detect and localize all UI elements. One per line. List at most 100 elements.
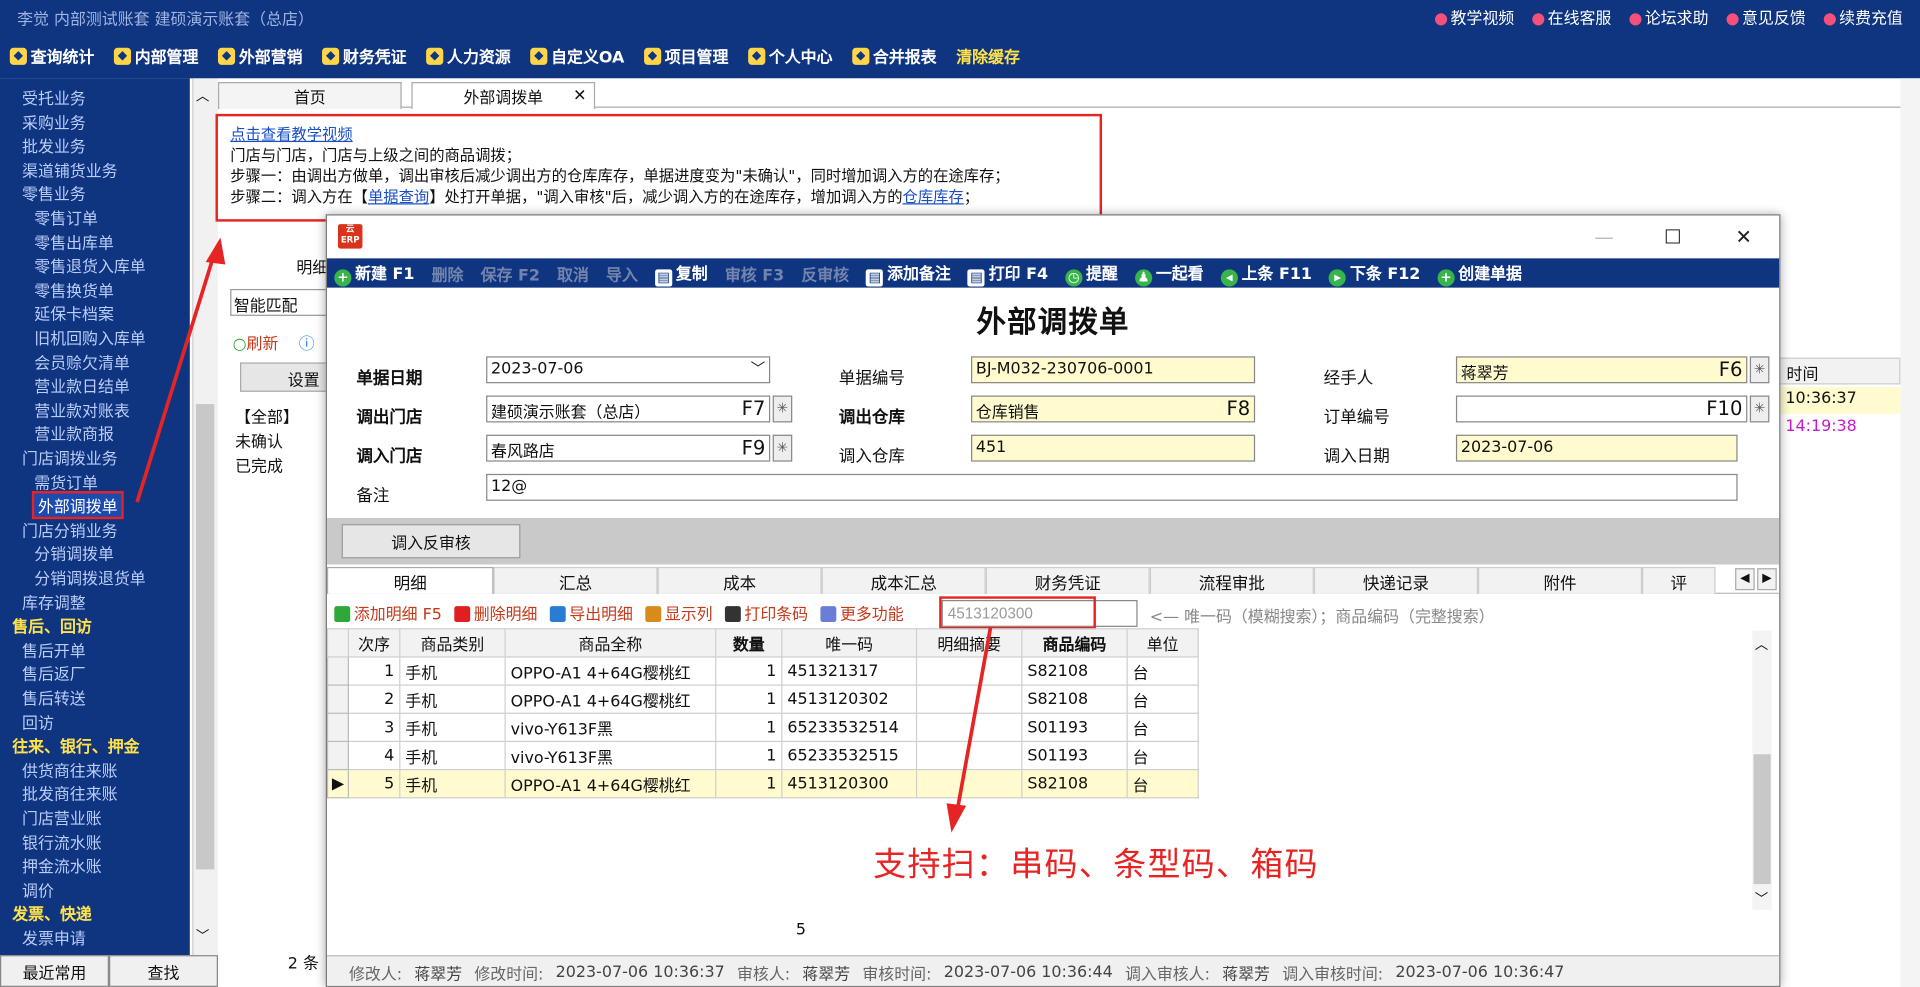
- sidebar-item[interactable]: 分销调拨单: [34, 542, 114, 565]
- menu-item[interactable]: ◆ 个人中心: [747, 44, 833, 67]
- toolbar-button[interactable]: ♟ 一起看: [1135, 260, 1204, 286]
- toolbar-button[interactable]: ◂ 上条 F11: [1220, 260, 1312, 286]
- asterisk-icon[interactable]: ✳: [772, 395, 793, 423]
- detail-tab[interactable]: 快递记录: [1313, 566, 1478, 594]
- top-link[interactable]: ● 教学视频: [1434, 5, 1514, 28]
- asterisk-icon[interactable]: ✳: [772, 434, 793, 462]
- out-wh-field[interactable]: 仓库销售 F8: [971, 395, 1256, 423]
- chevron-down-icon[interactable]: ﹀: [1755, 889, 1768, 909]
- tab-home[interactable]: 首页: [217, 82, 402, 109]
- filter-done[interactable]: 已完成: [235, 453, 283, 476]
- sidebar-item[interactable]: 售后转送: [22, 686, 86, 709]
- toolbar-button[interactable]: ▤ 添加备注: [866, 260, 951, 286]
- asterisk-icon[interactable]: ✳: [1749, 395, 1770, 423]
- chevron-up-icon[interactable]: ︿: [196, 86, 209, 106]
- tabs-left-arrow-icon[interactable]: ◀: [1735, 568, 1755, 591]
- handler-field[interactable]: 蒋翠芳 F6: [1455, 356, 1748, 384]
- detail-action[interactable]: 删除明细: [454, 601, 537, 624]
- detail-tab[interactable]: 汇总: [493, 566, 658, 594]
- match-select[interactable]: 智能匹配: [230, 288, 329, 316]
- sidebar-item[interactable]: 门店调拨业务: [22, 446, 118, 469]
- filter-all[interactable]: 【全部】: [235, 404, 299, 427]
- top-link[interactable]: ● 在线客服: [1531, 5, 1611, 28]
- in-wh-field[interactable]: 451: [971, 434, 1256, 462]
- menu-item[interactable]: ◆ 合并报表: [852, 44, 937, 67]
- reverse-audit-button[interactable]: 调入反审核: [341, 524, 521, 559]
- info-icon[interactable]: ⓘ: [299, 331, 315, 354]
- sidebar-item[interactable]: 库存调整: [22, 590, 86, 613]
- column-header[interactable]: 次序: [347, 628, 401, 658]
- maximize-button[interactable]: ☐: [1645, 216, 1701, 258]
- menu-item[interactable]: 清除缓存: [956, 44, 1020, 67]
- toolbar-button[interactable]: + 新建 F1: [334, 260, 414, 286]
- sidebar-item[interactable]: 营业款对账表: [34, 398, 130, 421]
- toolbar-button[interactable]: ▤ 打印 F4: [967, 260, 1048, 286]
- menu-item[interactable]: ◆ 查询统计: [9, 44, 95, 67]
- menu-item[interactable]: ◆ 财务凭证: [322, 44, 407, 67]
- stock-link[interactable]: 仓库库存: [903, 187, 964, 205]
- grid-scroll-thumb[interactable]: [1753, 754, 1771, 885]
- toolbar-button[interactable]: ◷ 提醒: [1065, 260, 1118, 286]
- detail-tab[interactable]: 明细: [326, 566, 494, 594]
- toolbar-button[interactable]: + 创建单据: [1437, 260, 1522, 286]
- sidebar-item[interactable]: 批发商往来账: [22, 782, 118, 805]
- detail-tab[interactable]: 财务凭证: [985, 566, 1150, 594]
- tutorial-video-link[interactable]: 点击查看教学视频: [230, 125, 352, 143]
- sidebar-item[interactable]: 渠道铺货业务: [22, 158, 118, 181]
- toolbar-button[interactable]: ▸ 下条 F12: [1329, 260, 1420, 286]
- sidebar-item[interactable]: 回访: [22, 710, 54, 733]
- menu-item[interactable]: ◆ 自定义OA: [530, 44, 624, 67]
- sidebar-item[interactable]: 外部调拨单: [31, 491, 124, 520]
- table-row[interactable]: 1 手机 OPPO-A1 4+64G樱桃红 1 451321317 S82108 台: [326, 656, 1199, 686]
- detail-tab[interactable]: 流程审批: [1149, 566, 1314, 594]
- asterisk-icon[interactable]: ✳: [1749, 356, 1770, 384]
- table-row[interactable]: 2 手机 OPPO-A1 4+64G樱桃红 1 4513120302 S82108 台: [326, 684, 1199, 714]
- sidebar-item[interactable]: 银行流水账: [22, 830, 102, 853]
- refresh-button[interactable]: ○刷新: [233, 331, 279, 354]
- sidebar-item[interactable]: 分销调拨退货单: [34, 566, 145, 589]
- toolbar-button[interactable]: 保存 F2: [481, 261, 540, 284]
- order-no-field[interactable]: F10: [1455, 395, 1748, 423]
- toolbar-button[interactable]: 导入: [606, 261, 638, 284]
- table-row[interactable]: ▶ 5 手机 OPPO-A1 4+64G樱桃红 1 4513120300 S82108 台: [326, 768, 1199, 799]
- minimize-button[interactable]: —: [1576, 216, 1632, 258]
- sidebar-item[interactable]: 会员赊欠清单: [34, 350, 130, 373]
- chevron-up-icon[interactable]: ︿: [1755, 634, 1768, 654]
- sidebar-item[interactable]: 批发业务: [22, 134, 86, 157]
- table-row[interactable]: 4 手机 vivo-Y613F黑 1 65233532515 S01193 台: [326, 740, 1199, 771]
- column-header[interactable]: 单位: [1126, 628, 1199, 658]
- sidebar-item[interactable]: 延保卡档案: [34, 302, 114, 325]
- doc-date-field[interactable]: 2023-07-06 ﹀: [486, 356, 771, 384]
- sidebar-item[interactable]: 营业款日结单: [34, 374, 130, 397]
- settings-button[interactable]: 设置: [240, 362, 329, 392]
- sidebar-item[interactable]: 受托业务: [22, 86, 86, 109]
- sidebar-item[interactable]: 采购业务: [22, 110, 86, 133]
- toolbar-button[interactable]: 删除: [432, 261, 464, 284]
- close-icon[interactable]: ✕: [573, 87, 586, 105]
- toolbar-button[interactable]: 取消: [557, 261, 589, 284]
- chevron-down-icon[interactable]: ﹀: [751, 358, 766, 379]
- column-header[interactable]: 商品编码: [1021, 628, 1128, 658]
- sidebar-item[interactable]: 售后开单: [22, 638, 86, 661]
- toolbar-button[interactable]: 审核 F3: [725, 261, 784, 284]
- toolbar-button[interactable]: 反审核: [801, 261, 849, 284]
- close-button[interactable]: ✕: [1716, 216, 1772, 258]
- filter-unconfirmed[interactable]: 未确认: [235, 429, 283, 451]
- menu-item[interactable]: ◆ 外部营销: [217, 44, 303, 67]
- sidebar-item[interactable]: 零售业务: [22, 182, 86, 205]
- tabs-right-arrow-icon[interactable]: ▶: [1757, 568, 1777, 591]
- top-link[interactable]: ● 意见反馈: [1726, 5, 1806, 28]
- sidebar-item[interactable]: 门店营业账: [22, 806, 102, 829]
- detail-action[interactable]: 导出明细: [549, 601, 633, 624]
- recent-tab[interactable]: 最近常用: [0, 955, 109, 987]
- column-header[interactable]: 商品全称: [504, 628, 717, 658]
- search-tab[interactable]: 查找: [108, 955, 218, 987]
- tab-external-transfer[interactable]: 外部调拨单 ✕: [411, 82, 596, 109]
- sidebar-item[interactable]: 售后返厂: [22, 662, 86, 685]
- menu-item[interactable]: ◆ 人力资源: [426, 44, 511, 67]
- top-link[interactable]: ● 论坛求助: [1628, 5, 1708, 28]
- column-header[interactable]: 唯一码: [781, 628, 918, 658]
- detail-action[interactable]: 更多功能: [820, 601, 904, 624]
- sidebar-item[interactable]: 发票申请: [22, 926, 86, 949]
- sidebar-item[interactable]: 门店分销业务: [22, 518, 118, 541]
